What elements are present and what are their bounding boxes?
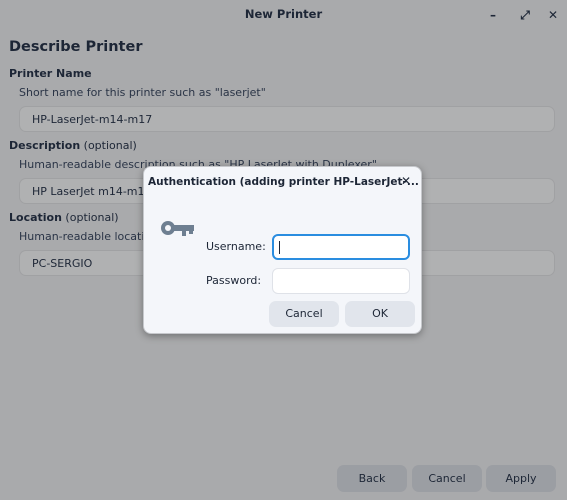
password-input[interactable]	[272, 268, 410, 294]
optional-text: (optional)	[80, 139, 137, 152]
password-label: Password:	[206, 274, 262, 287]
dialog-ok-button[interactable]: OK	[345, 301, 415, 327]
page-title: Describe Printer	[9, 39, 143, 55]
close-icon[interactable]: ✕	[544, 6, 562, 24]
description-label-text: Description	[9, 139, 81, 152]
printer-name-label: Printer Name	[9, 67, 92, 80]
dialog-cancel-button[interactable]: Cancel	[269, 301, 339, 327]
authentication-dialog: Authentication (adding printer HP-LaserJ…	[143, 166, 422, 334]
window-title: New Printer	[244, 7, 323, 21]
optional-text: (optional)	[61, 211, 119, 224]
apply-button[interactable]: Apply	[486, 465, 556, 492]
username-label: Username:	[206, 240, 266, 253]
printer-name-input[interactable]: HP-LaserJet-m14-m17	[19, 106, 555, 132]
location-label: Location (optional)	[9, 211, 119, 224]
description-label: Description (optional)	[9, 139, 137, 152]
text-caret	[279, 241, 280, 254]
username-input[interactable]	[272, 234, 410, 260]
dialog-title: Authentication (adding printer HP-LaserJ…	[148, 176, 419, 188]
back-button[interactable]: Back	[337, 465, 407, 492]
printer-name-hint: Short name for this printer such as "las…	[19, 86, 266, 99]
location-label-text: Location	[9, 211, 62, 224]
cancel-button[interactable]: Cancel	[412, 465, 482, 492]
minimize-icon[interactable]: –	[484, 6, 502, 24]
key-icon	[161, 221, 194, 236]
window-titlebar: New Printer – ⤢ ✕	[0, 0, 567, 30]
dialog-close-icon[interactable]: ✕	[401, 174, 411, 188]
maximize-icon[interactable]: ⤢	[516, 6, 534, 24]
